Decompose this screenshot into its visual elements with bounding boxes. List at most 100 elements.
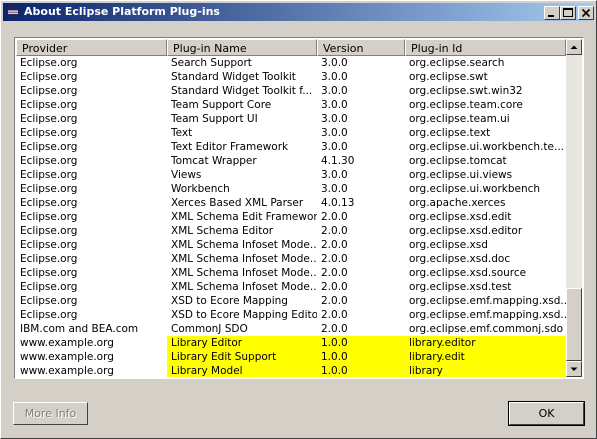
cell-plugin-name: XML Schema Infoset Mode... — [171, 253, 317, 265]
cell-version: 3.0.0 — [321, 127, 348, 139]
table-row[interactable]: Eclipse.org XML Schema Edit Framework 2.0.… — [16, 210, 566, 224]
cell-plugin-id: org.eclipse.team.core — [409, 99, 523, 111]
cell-plugin-id: org.eclipse.xsd.test — [409, 281, 512, 293]
table-row[interactable]: Eclipse.org XML Schema Infoset Mode... 2.0… — [16, 266, 566, 280]
table-row[interactable]: Eclipse.org Tomcat Wrapper 4.1.30 org.eclip… — [16, 154, 566, 168]
maximize-icon — [563, 8, 573, 17]
column-header-plugin-id[interactable]: Plug-in Id — [405, 39, 566, 56]
window-title: About Eclipse Platform Plug-ins — [24, 5, 220, 18]
table-row[interactable]: IBM.com and BEA.com CommonJ SDO 2.0.0 org.e… — [16, 322, 566, 336]
title-bar[interactable]: About Eclipse Platform Plug-ins — [3, 3, 594, 21]
cell-plugin-id: org.eclipse.team.ui — [409, 113, 510, 125]
table-body: Eclipse.org Search Support 3.0.0 org.eclips… — [16, 56, 566, 377]
arrow-down-icon — [570, 367, 578, 371]
table-row[interactable]: www.example.org Library Editor 1.0.0 librar… — [16, 336, 566, 350]
cell-version: 4.1.30 — [321, 155, 355, 167]
cell-plugin-id: org.eclipse.ui.workbench.te... — [409, 141, 565, 153]
table-row[interactable]: Eclipse.org XSD to Ecore Mapping Editor 2.… — [16, 308, 566, 322]
cell-provider: Eclipse.org — [20, 57, 78, 69]
cell-version: 2.0.0 — [321, 281, 348, 293]
cell-plugin-name: Xerces Based XML Parser — [171, 197, 304, 209]
table-header: Provider Plug-in Name Version Plug-in Id — [16, 39, 566, 56]
cell-provider: Eclipse.org — [20, 113, 78, 125]
cell-plugin-id: org.eclipse.xsd — [409, 239, 488, 251]
column-header-version[interactable]: Version — [317, 39, 405, 56]
table-row[interactable]: Eclipse.org XML Schema Infoset Mode... 2.0… — [16, 252, 566, 266]
cell-plugin-id: library — [405, 364, 566, 377]
cell-provider: IBM.com and BEA.com — [20, 323, 139, 335]
maximize-button[interactable] — [560, 6, 576, 20]
table-row[interactable]: www.example.org Library Model 1.0.0 library — [16, 364, 566, 377]
table-row[interactable]: Eclipse.org XSD to Ecore Mapping 2.0.0 org.… — [16, 294, 566, 308]
cell-plugin-id: org.eclipse.swt.win32 — [409, 85, 523, 97]
table-row[interactable]: Eclipse.org XML Schema Infoset Mode... 2.0… — [16, 238, 566, 252]
table-row[interactable]: Eclipse.org Text Editor Framework 3.0.0 org… — [16, 140, 566, 154]
scroll-down-button[interactable] — [566, 361, 582, 377]
cell-version: 1.0.0 — [317, 336, 405, 350]
cell-plugin-id: org.eclipse.emf.mapping.xsd... — [409, 295, 566, 307]
cell-plugin-id: org.eclipse.xsd.doc — [409, 253, 511, 265]
table-row[interactable]: Eclipse.org Team Support UI 3.0.0 org.eclip… — [16, 112, 566, 126]
cell-provider: Eclipse.org — [20, 71, 78, 83]
cell-version: 2.0.0 — [321, 225, 348, 237]
cell-version: 1.0.0 — [317, 364, 405, 377]
cell-plugin-id: org.eclipse.swt — [409, 71, 488, 83]
cell-provider: Eclipse.org — [20, 225, 78, 237]
cell-plugin-name: Views — [171, 169, 202, 181]
cell-plugin-name: XML Schema Edit Framework — [171, 211, 317, 223]
minimize-icon — [548, 15, 554, 17]
cell-plugin-name: Text Editor Framework — [171, 141, 289, 153]
cell-provider: Eclipse.org — [20, 141, 78, 153]
cell-plugin-id: org.eclipse.tomcat — [409, 155, 507, 167]
arrow-up-icon — [570, 45, 578, 49]
cell-plugin-name: Library Edit Support — [167, 350, 317, 364]
cell-version: 2.0.0 — [321, 211, 348, 223]
cell-plugin-name: Search Support — [171, 57, 252, 69]
cell-provider: www.example.org — [20, 337, 114, 349]
eclipse-icon — [7, 6, 19, 18]
cell-version: 3.0.0 — [321, 57, 348, 69]
cell-plugin-name: XSD to Ecore Mapping — [171, 295, 288, 307]
column-header-plugin-name[interactable]: Plug-in Name — [167, 39, 317, 56]
table-row[interactable]: Eclipse.org XML Schema Editor 2.0.0 org.ecl… — [16, 224, 566, 238]
close-icon — [581, 8, 591, 18]
cell-plugin-name: CommonJ SDO — [171, 323, 248, 335]
table-row[interactable]: Eclipse.org Team Support Core 3.0.0 org.ecl… — [16, 98, 566, 112]
cell-plugin-name: XML Schema Infoset Mode... — [171, 281, 317, 293]
table-row[interactable]: Eclipse.org Workbench 3.0.0 org.eclipse.ui.… — [16, 182, 566, 196]
minimize-button[interactable] — [544, 6, 560, 20]
close-button[interactable] — [578, 6, 594, 20]
cell-plugin-id: org.eclipse.xsd.source — [409, 267, 527, 279]
scroll-up-button[interactable] — [566, 39, 582, 55]
cell-version: 1.0.0 — [317, 350, 405, 364]
cell-plugin-name: Library Model — [167, 364, 317, 377]
scrollbar-thumb[interactable] — [566, 288, 582, 361]
ok-button[interactable]: OK — [508, 401, 585, 426]
cell-plugin-id: library.editor — [405, 336, 566, 350]
cell-plugin-id: org.eclipse.search — [409, 57, 505, 69]
about-dialog: About Eclipse Platform Plug-ins Provider… — [0, 0, 597, 439]
cell-provider: Eclipse.org — [20, 169, 78, 181]
more-info-button[interactable]: More Info — [13, 402, 88, 425]
cell-version: 3.0.0 — [321, 85, 348, 97]
cell-provider: www.example.org — [20, 365, 114, 377]
table-row[interactable]: Eclipse.org Xerces Based XML Parser 4.0.13… — [16, 196, 566, 210]
table-row[interactable]: Eclipse.org Search Support 3.0.0 org.eclips… — [16, 56, 566, 70]
table-row[interactable]: www.example.org Library Edit Support 1.0.0… — [16, 350, 566, 364]
cell-version: 3.0.0 — [321, 71, 348, 83]
table-row[interactable]: Eclipse.org Views 3.0.0 org.eclipse.ui.view… — [16, 168, 566, 182]
cell-version: 3.0.0 — [321, 141, 348, 153]
cell-plugin-name: Standard Widget Toolkit f... — [171, 85, 313, 97]
cell-provider: Eclipse.org — [20, 85, 78, 97]
table-row[interactable]: Eclipse.org Standard Widget Toolkit 3.0.0 o… — [16, 70, 566, 84]
column-header-provider[interactable]: Provider — [16, 39, 167, 56]
cell-plugin-name: XML Schema Infoset Mode... — [171, 239, 317, 251]
vertical-scrollbar[interactable] — [566, 39, 582, 377]
table-row[interactable]: Eclipse.org XML Schema Infoset Mode... 2.0… — [16, 280, 566, 294]
cell-version: 3.0.0 — [321, 169, 348, 181]
table-row[interactable]: Eclipse.org Standard Widget Toolkit f... 3… — [16, 84, 566, 98]
cell-provider: Eclipse.org — [20, 253, 78, 265]
cell-plugin-name: XML Schema Infoset Mode... — [171, 267, 317, 279]
cell-version: 3.0.0 — [321, 99, 348, 111]
table-row[interactable]: Eclipse.org Text 3.0.0 org.eclipse.text — [16, 126, 566, 140]
